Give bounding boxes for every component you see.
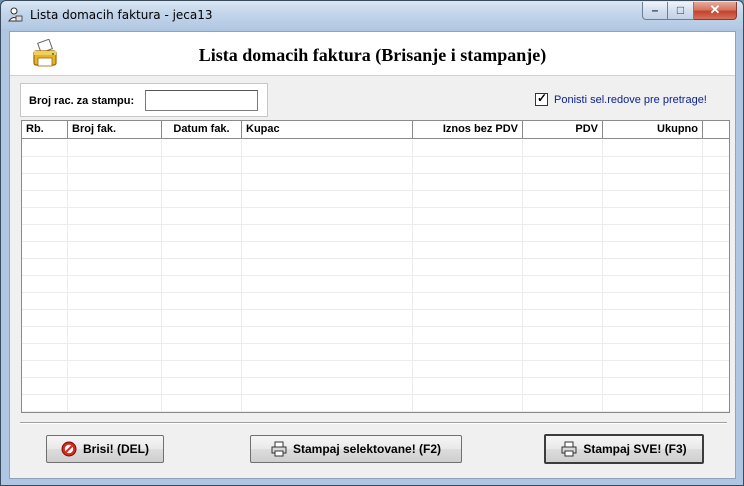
- column-divider: [602, 140, 603, 412]
- reset-selection-checkbox[interactable]: ✓: [535, 91, 548, 106]
- page-title: Lista domacih faktura (Brisanje i stampa…: [198, 45, 547, 65]
- search-panel: Broj rac. za stampu:: [20, 83, 268, 117]
- print-all-button[interactable]: Stampaj SVE! (F3): [544, 434, 704, 464]
- minimize-icon: –: [651, 3, 659, 17]
- printer-icon: [271, 441, 287, 457]
- client-area: Lista domacih faktura (Brisanje i stampa…: [9, 31, 736, 479]
- caption-buttons: – □ ✕: [642, 2, 737, 20]
- minimize-button[interactable]: –: [642, 2, 668, 20]
- column-header-invoice-number[interactable]: Broj fak.: [68, 121, 162, 139]
- close-button[interactable]: ✕: [694, 2, 737, 20]
- checkmark-icon: ✓: [537, 91, 548, 105]
- invoice-table[interactable]: Rb. Broj fak. Datum fak. Kupac Iznos bez…: [21, 120, 730, 413]
- column-divider: [412, 140, 413, 412]
- reset-selection-option[interactable]: ✓ Ponisti sel.redove pre pretrage!: [535, 91, 707, 106]
- delete-button[interactable]: Brisi! (DEL): [46, 435, 164, 463]
- delete-button-label: Brisi! (DEL): [83, 442, 149, 456]
- maximize-icon: □: [676, 3, 685, 17]
- print-selected-label: Stampaj selektovane! (F2): [292, 442, 442, 456]
- column-divider: [522, 140, 523, 412]
- column-header-rb[interactable]: Rb.: [22, 121, 68, 139]
- delete-icon: [61, 441, 77, 457]
- window-title: Lista domacih faktura - jeca13: [30, 8, 213, 22]
- printer-user-icon: [8, 7, 23, 22]
- print-all-label: Stampaj SVE! (F3): [583, 442, 687, 456]
- column-header-amount-without-vat[interactable]: Iznos bez PDV: [413, 121, 523, 139]
- reset-selection-label: Ponisti sel.redove pre pretrage!: [554, 93, 707, 106]
- table-body[interactable]: [22, 140, 729, 412]
- invoice-number-input[interactable]: [145, 90, 258, 111]
- header-panel: Lista domacih faktura (Brisanje i stampa…: [10, 32, 735, 76]
- column-divider: [241, 140, 242, 412]
- maximize-button[interactable]: □: [668, 2, 694, 20]
- column-header-total[interactable]: Ukupno: [603, 121, 703, 139]
- print-selected-button[interactable]: Stampaj selektovane! (F2): [250, 435, 462, 463]
- column-header-vat[interactable]: PDV: [523, 121, 603, 139]
- close-icon: ✕: [709, 2, 721, 17]
- column-header-customer[interactable]: Kupac: [242, 121, 413, 139]
- app-window: Lista domacih faktura - jeca13 – □ ✕ Lis…: [0, 0, 744, 486]
- column-divider: [161, 140, 162, 412]
- printer-icon: [561, 441, 577, 457]
- title-bar[interactable]: Lista domacih faktura - jeca13 – □ ✕: [1, 1, 743, 29]
- footer-separator: [20, 422, 727, 424]
- search-label: Broj rac. za stampu:: [29, 95, 135, 107]
- column-divider: [67, 140, 68, 412]
- table-gridlines: [22, 140, 729, 412]
- table-header: Rb. Broj fak. Datum fak. Kupac Iznos bez…: [22, 121, 729, 139]
- column-header-invoice-date[interactable]: Datum fak.: [162, 121, 242, 139]
- column-divider: [702, 140, 703, 412]
